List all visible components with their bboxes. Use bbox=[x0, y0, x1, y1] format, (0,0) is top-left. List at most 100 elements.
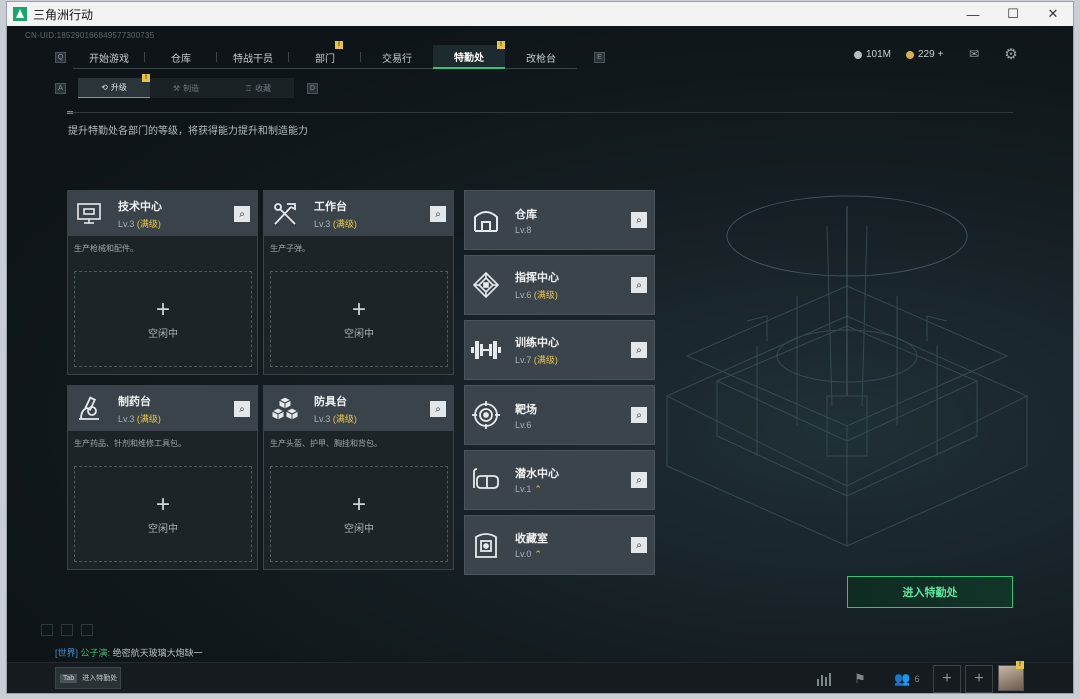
nav-prev-key[interactable]: Q bbox=[55, 52, 66, 63]
maxed-tag: (满级) bbox=[533, 290, 558, 300]
facility-note: 生产枪械和配件。 bbox=[74, 244, 138, 253]
facility-card-pharmacy[interactable]: 制药台 Lv.3 (满级) ⌕ 生产药品、针剂和维修工具包。 + 空闲中 bbox=[67, 385, 258, 570]
subtab-label: 升级 bbox=[110, 83, 127, 92]
facility-name: 仓库 bbox=[515, 208, 537, 221]
tab-department[interactable]: 部门 ! bbox=[289, 41, 361, 69]
facility-diving-center[interactable]: 潜水中心 Lv.1 ⌃ ⌕ bbox=[464, 450, 655, 510]
search-icon[interactable]: ⌕ bbox=[631, 212, 647, 228]
subnav-next-key[interactable]: D bbox=[307, 83, 318, 94]
tab-gunsmith[interactable]: 改枪台 bbox=[505, 45, 577, 69]
facility-level: Lv.3 (满级) bbox=[118, 412, 161, 425]
facility-warehouse[interactable]: 仓库 Lv.8 ⌕ bbox=[464, 190, 655, 250]
app-logo-icon bbox=[13, 7, 27, 21]
tab-special-ops[interactable]: 特勤处 ! bbox=[433, 41, 505, 69]
diving-mask-icon bbox=[471, 465, 501, 495]
tab-label: 特勤处 bbox=[454, 52, 484, 64]
mail-icon[interactable]: ✉ bbox=[967, 47, 981, 61]
tab-trading[interactable]: 交易行 bbox=[361, 45, 433, 69]
facility-note: 生产头盔、护甲、胸挂和背包。 bbox=[270, 439, 382, 448]
search-icon[interactable]: ⌕ bbox=[631, 342, 647, 358]
upgrade-available-icon: ⌃ bbox=[534, 549, 542, 559]
craft-icon: ⚒ bbox=[172, 83, 181, 93]
collection-icon: ♖ bbox=[244, 83, 253, 93]
enter-special-ops-button[interactable]: 进入特勤处 bbox=[847, 576, 1013, 608]
chat-message: 绝密航天玻璃大炮缺一 bbox=[112, 648, 203, 658]
search-icon[interactable]: ⌕ bbox=[430, 401, 446, 417]
facility-level: Lv.3 (满级) bbox=[314, 217, 357, 230]
level-value: Lv.6 bbox=[515, 290, 532, 300]
tools-icon bbox=[270, 199, 300, 229]
window-title: 三角洲行动 bbox=[33, 7, 94, 22]
enter-special-ops-shortcut[interactable]: Tab 进入特勤处 bbox=[55, 667, 121, 689]
facility-level: Lv.6 (满级) bbox=[515, 288, 559, 301]
facility-name: 靶场 bbox=[515, 403, 537, 416]
subtab-label: 制造 bbox=[183, 83, 200, 93]
notification-badge: ! bbox=[497, 41, 505, 49]
subtab-craft[interactable]: ⚒ 制造 bbox=[150, 78, 222, 98]
facility-card-workbench[interactable]: 工作台 Lv.3 (满级) ⌕ 生产子弹。 + 空闲中 bbox=[263, 190, 454, 375]
slot-status: 空闲中 bbox=[148, 328, 178, 340]
facility-card-armor-bench[interactable]: 防具台 Lv.3 (满级) ⌕ 生产头盔、护甲、胸挂和背包。 + 空闲中 bbox=[263, 385, 454, 570]
decor-square bbox=[41, 624, 53, 636]
microscope-icon bbox=[74, 394, 104, 424]
maximize-button[interactable]: ☐ bbox=[993, 2, 1033, 26]
search-icon[interactable]: ⌕ bbox=[234, 401, 250, 417]
facility-level: Lv.6 bbox=[515, 420, 537, 430]
maxed-tag: (满级) bbox=[332, 413, 357, 424]
notification-badge: ! bbox=[335, 41, 343, 49]
flag-icon[interactable]: ⚑ bbox=[847, 666, 873, 692]
card-header: 技术中心 Lv.3 (满级) ⌕ bbox=[68, 191, 257, 236]
facility-card-tech-center[interactable]: 技术中心 Lv.3 (满级) ⌕ 生产枪械和配件。 + 空闲中 bbox=[67, 190, 258, 375]
production-slot[interactable]: + 空闲中 bbox=[270, 466, 448, 562]
search-icon[interactable]: ⌕ bbox=[631, 407, 647, 423]
card-header: 工作台 Lv.3 (满级) ⌕ bbox=[264, 191, 453, 236]
production-slot[interactable]: + 空闲中 bbox=[74, 271, 252, 367]
silver-currency: 101M bbox=[854, 49, 891, 60]
minimize-button[interactable]: — bbox=[953, 2, 993, 26]
facility-shooting-range[interactable]: 靶场 Lv.6 ⌕ bbox=[464, 385, 655, 445]
level-value: Lv.3 bbox=[314, 413, 331, 424]
party-slot-add-button[interactable]: + bbox=[965, 665, 993, 693]
tab-label: 改枪台 bbox=[526, 53, 556, 65]
card-body: 生产子弹。 + 空闲中 bbox=[264, 236, 453, 374]
facility-name: 收藏室 bbox=[515, 533, 548, 545]
subtab-upgrade[interactable]: ⟲ 升级 ! bbox=[78, 74, 150, 98]
production-slot[interactable]: + 空闲中 bbox=[74, 466, 252, 562]
silver-amount: 101M bbox=[866, 49, 892, 60]
search-icon[interactable]: ⌕ bbox=[430, 206, 446, 222]
armor-cubes-icon bbox=[270, 394, 300, 424]
facility-note: 生产药品、针剂和维修工具包。 bbox=[74, 439, 186, 448]
friends-icon[interactable]: 👥 6 bbox=[887, 666, 927, 692]
close-button[interactable]: ✕ bbox=[1033, 2, 1073, 26]
title-bar: 三角洲行动 — ☐ ✕ bbox=[7, 2, 1073, 26]
window-controls: — ☐ ✕ bbox=[953, 2, 1073, 26]
base-wireframe-illustration bbox=[665, 195, 1029, 547]
nav-next-key[interactable]: E bbox=[594, 52, 605, 63]
search-icon[interactable]: ⌕ bbox=[234, 206, 250, 222]
party-slot-add-button[interactable]: + bbox=[933, 665, 961, 693]
facility-note: 生产子弹。 bbox=[270, 244, 310, 253]
search-icon[interactable]: ⌕ bbox=[631, 537, 647, 553]
tab-start-game[interactable]: 开始游戏 bbox=[73, 45, 145, 69]
tab-warehouse[interactable]: 仓库 bbox=[145, 45, 217, 69]
gold-currency[interactable]: 229 + bbox=[906, 49, 943, 60]
slot-status: 空闲中 bbox=[344, 523, 374, 535]
facility-collection-room[interactable]: 收藏室 Lv.0 ⌃ ⌕ bbox=[464, 515, 655, 575]
decor-square bbox=[81, 624, 93, 636]
stats-chart-icon[interactable] bbox=[811, 666, 837, 692]
subtab-collection[interactable]: ♖ 收藏 bbox=[222, 78, 294, 98]
subnav-prev-key[interactable]: A bbox=[55, 83, 66, 94]
tab-key-hint: Tab bbox=[60, 673, 78, 683]
tab-operators[interactable]: 特战干员 bbox=[217, 45, 289, 69]
game-area: CN-UID:18529016684957730073​5 Q 开始游戏 仓库 … bbox=[7, 26, 1073, 693]
chat-line[interactable]: [世界] 公子演: 绝密航天玻璃大炮缺一 bbox=[55, 646, 203, 659]
search-icon[interactable]: ⌕ bbox=[631, 277, 647, 293]
facility-level: Lv.0 ⌃ bbox=[515, 549, 548, 560]
production-slot[interactable]: + 空闲中 bbox=[270, 271, 448, 367]
facility-training-center[interactable]: 训练中心 Lv.7 (满级) ⌕ bbox=[464, 320, 655, 380]
facility-command-center[interactable]: 指挥中心 Lv.6 (满级) ⌕ bbox=[464, 255, 655, 315]
gear-icon[interactable]: ⚙ bbox=[1004, 46, 1018, 63]
gold-amount: 229 + bbox=[918, 49, 944, 60]
slot-status: 空闲中 bbox=[148, 523, 178, 535]
search-icon[interactable]: ⌕ bbox=[631, 472, 647, 488]
